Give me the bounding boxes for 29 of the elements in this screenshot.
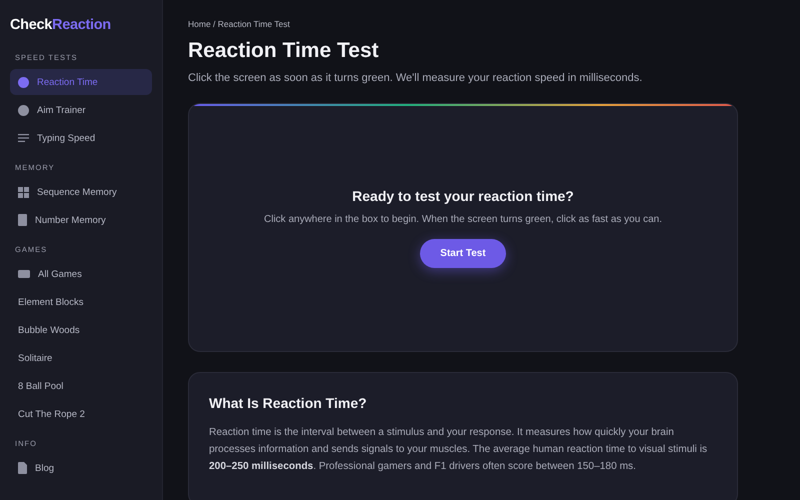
sidebar-item[interactable]: Typing Speed [10, 125, 152, 151]
gamepad-icon [18, 270, 30, 278]
circle-icon [18, 104, 29, 116]
sidebar-item[interactable]: Blog [10, 455, 152, 481]
sidebar-item[interactable]: Element Blocks [10, 289, 152, 315]
card-text: Reaction time is the interval between a stimulus and your response. It measures how quickly your brain processes information and sends signals to your muscles. The average human reaction time to visual stimuli is 200–250 milliseconds. Professional gamers and F1 drivers often score between 150–180 ms. [209, 426, 708, 474]
test-instructions: Click anywhere in the box to begin. When the screen turns green, click as fast as you can. [264, 214, 662, 224]
test-heading: Ready to test your reaction time? [352, 188, 574, 204]
sidebar-item[interactable]: 8 Ball Pool [10, 373, 152, 399]
card-heading: What Is Reaction Time? [209, 395, 368, 411]
sidebar-item[interactable]: Sequence Memory [10, 179, 152, 205]
breadcrumb: Home / Reaction Time Test [188, 19, 291, 29]
page-title: Reaction Time Test [188, 39, 380, 63]
sidebar-item[interactable]: Cut The Rope 2 [10, 401, 152, 427]
lines-icon [18, 134, 29, 142]
sidebar-item[interactable]: Solitaire [10, 345, 152, 371]
start-test-button[interactable]: Start Test [420, 238, 506, 268]
page-subtitle: Click the screen as soon as it turns green. We'll measure your reaction speed in milliseconds. [188, 72, 644, 84]
grid-icon [18, 186, 29, 198]
test-box[interactable]: Ready to test your reaction time? Click anywhere in the box to begin. When the screen turns green, click as fast as you can. Start Test [188, 103, 738, 352]
sidebar-item[interactable]: Bubble Woods [10, 317, 152, 343]
file-icon [18, 462, 27, 474]
logo[interactable]: CheckReaction [10, 17, 152, 33]
sidebar-item[interactable]: All Games [10, 261, 152, 287]
circle-icon [18, 76, 29, 88]
sidebar-item[interactable]: Number Memory [10, 207, 152, 233]
sidebar-item[interactable]: Aim Trainer [10, 97, 152, 123]
sidebar-item[interactable]: Reaction Time [10, 69, 152, 95]
tablet-icon [18, 214, 27, 226]
